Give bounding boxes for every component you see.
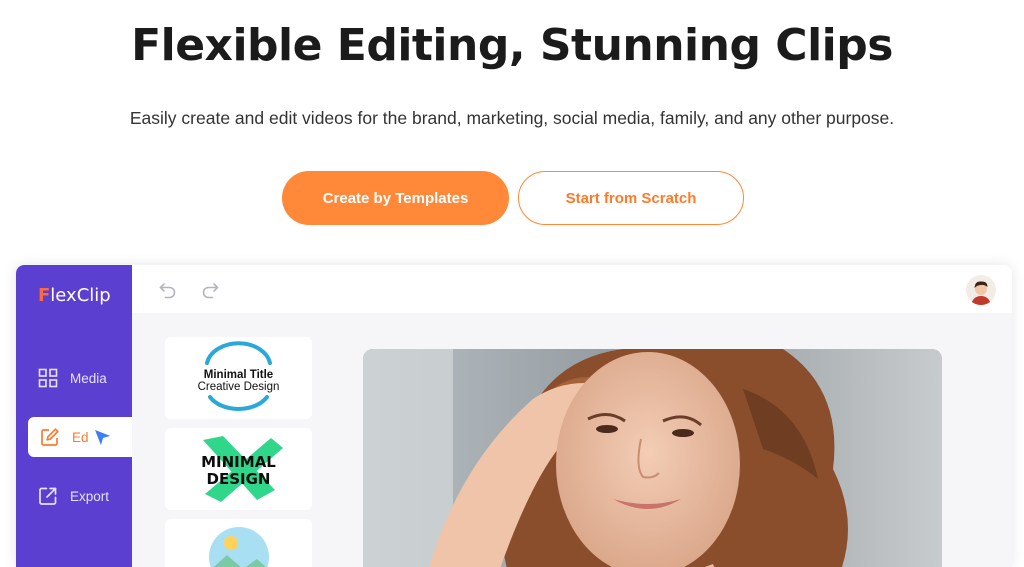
- pointer-cursor-icon: [93, 428, 113, 448]
- export-icon: [39, 487, 57, 505]
- sidebar-item-export[interactable]: Export: [16, 476, 132, 516]
- template-card-landscape[interactable]: [165, 519, 312, 567]
- hero-subtitle: Easily create and edit videos for the br…: [129, 108, 895, 128]
- sidebar: FlexClip Media Ed Export: [16, 265, 132, 567]
- video-frame-image: [363, 349, 942, 567]
- hero-title: Flexible Editing, Stunning Clips: [131, 20, 893, 71]
- sidebar-item-media[interactable]: Media: [16, 358, 132, 398]
- video-preview[interactable]: [363, 349, 942, 567]
- avatar[interactable]: [966, 275, 996, 305]
- template-title-line1: Minimal Title: [203, 369, 274, 381]
- template-card-minimal-design[interactable]: MINIMAL DESIGN: [165, 428, 312, 510]
- template-design-line1: MINIMAL: [201, 453, 276, 471]
- sidebar-item-label: Media: [70, 370, 107, 386]
- template-card-minimal-title[interactable]: Minimal Title Creative Design: [165, 337, 312, 419]
- editor-toolbar: [132, 265, 1012, 313]
- create-by-templates-button[interactable]: Create by Templates: [282, 171, 509, 225]
- redo-icon[interactable]: [200, 279, 220, 299]
- start-from-scratch-button[interactable]: Start from Scratch: [518, 171, 744, 225]
- sidebar-item-label: Export: [70, 488, 110, 504]
- template-title-line2: Creative Design: [197, 381, 280, 393]
- undo-icon[interactable]: [158, 279, 178, 299]
- flexclip-logo: FlexClip: [38, 285, 111, 306]
- app-mockup: FlexClip Media Ed Export Minimal Title C…: [16, 265, 1012, 567]
- user-avatar-icon: [971, 281, 991, 305]
- template-design-line2: DESIGN: [206, 470, 271, 488]
- sidebar-item-edit[interactable]: Ed: [28, 417, 132, 457]
- grid-icon: [38, 368, 58, 388]
- landscape-icon: [209, 527, 269, 567]
- sidebar-item-label: Ed: [72, 429, 89, 445]
- edit-icon: [41, 428, 59, 446]
